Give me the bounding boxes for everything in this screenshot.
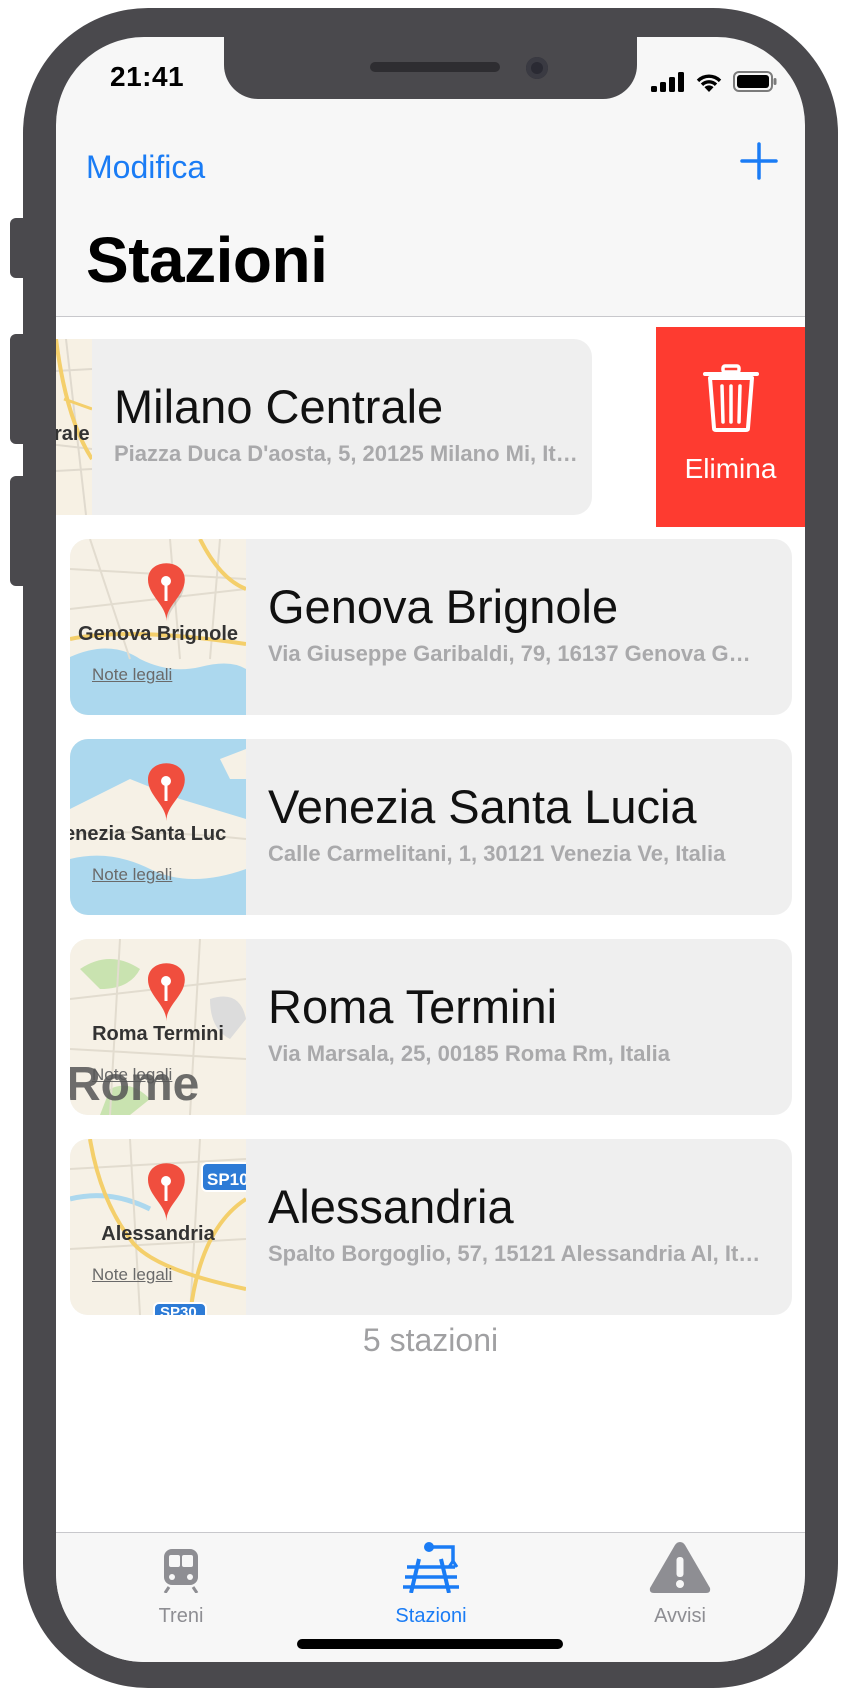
warning-icon	[649, 1542, 711, 1593]
volume-up-button	[10, 334, 24, 444]
screen: 21:41 Modifica Stazioni rale Milano Cent…	[56, 37, 805, 1662]
mute-switch	[10, 218, 24, 278]
station-card-milano[interactable]: rale Milano Centrale Piazza Duca D'aosta…	[56, 339, 592, 515]
station-card-alessandria[interactable]: SP10 SP30 Alessandria Note legali Alessa…	[70, 1139, 792, 1315]
map-city-label: enezia Santa Luc	[70, 823, 227, 845]
station-count: 5 stazioni	[362, 1322, 499, 1358]
wifi-icon	[696, 74, 722, 92]
train-icon	[163, 1549, 199, 1593]
station-list: rale Milano Centrale Piazza Duca D'aosta…	[56, 317, 805, 1532]
station-name: Alessandria	[268, 1180, 514, 1233]
map-legal-link[interactable]: Note legali	[92, 865, 172, 885]
station-card-roma[interactable]: Roma Termini Note legali Rome Roma Termi…	[70, 939, 792, 1115]
home-indicator[interactable]	[297, 1639, 563, 1649]
tab-avvisi[interactable]: Avvisi	[555, 1533, 805, 1633]
station-name: Genova Brignole	[268, 580, 619, 633]
speaker	[370, 62, 500, 72]
station-map-thumbnail: SP10 SP30 Alessandria Note legali	[70, 1139, 246, 1315]
station-name: Roma Termini	[268, 980, 558, 1033]
station-map-thumbnail: Genova Brignole Note legali	[70, 539, 246, 715]
map-legal-link[interactable]: Note legali	[92, 1265, 172, 1285]
map-legal-link[interactable]: Note legali	[92, 665, 172, 685]
notch	[224, 37, 637, 99]
tab-label: Stazioni	[395, 1605, 467, 1627]
station-map-thumbnail: Roma Termini Note legali Rome	[70, 939, 246, 1115]
tab-stazioni[interactable]: Stazioni	[306, 1533, 556, 1633]
road-badge: SP10	[207, 1170, 246, 1189]
station-card-venezia[interactable]: enezia Santa Luc Note legali Venezia San…	[70, 739, 792, 915]
station-name: Milano Centrale	[114, 380, 444, 433]
cellular-signal-icon	[651, 72, 684, 92]
battery-icon	[733, 71, 777, 92]
map-city-label: Roma Termini	[92, 1023, 224, 1045]
station-map-thumbnail: enezia Santa Luc Note legali	[70, 739, 246, 915]
add-station-button[interactable]	[739, 141, 779, 181]
station-card-genova[interactable]: Genova Brignole Note legali Genova Brign…	[70, 539, 792, 715]
station-address: Via Marsala, 25, 00185 Roma Rm, Italia	[268, 1041, 670, 1066]
front-camera	[526, 57, 548, 79]
trash-icon	[703, 364, 759, 432]
station-address: Calle Carmelitani, 1, 30121 Venezia Ve, …	[268, 841, 726, 866]
volume-down-button	[10, 476, 24, 586]
map-region-label: Rome	[70, 1058, 200, 1111]
map-city-label: Genova Brignole	[77, 623, 239, 645]
station-address: Piazza Duca D'aosta, 5, 20125 Milano Mi,…	[114, 441, 578, 466]
tab-bar: Treni Stazioni Avvisi	[56, 1532, 805, 1662]
station-address: Spalto Borgoglio, 57, 15121 Alessandria …	[268, 1241, 768, 1266]
page-title: Stazioni	[86, 224, 328, 296]
station-map-thumbnail: rale	[56, 339, 92, 515]
station-name: Venezia Santa Lucia	[268, 780, 697, 833]
road-badge: SP30	[160, 1304, 197, 1315]
map-city-label: Alessandria	[101, 1223, 215, 1245]
railway-track-icon	[403, 1542, 459, 1593]
station-address: Via Giuseppe Garibaldi, 79, 16137 Genova…	[268, 641, 758, 666]
tab-treni[interactable]: Treni	[56, 1533, 306, 1633]
tab-label: Treni	[158, 1605, 204, 1627]
tab-label: Avvisi	[654, 1605, 706, 1627]
status-time: 21:41	[110, 61, 185, 92]
status-icons	[651, 71, 777, 92]
edit-button[interactable]: Modifica	[86, 149, 205, 186]
map-city-label: rale	[56, 423, 90, 445]
delete-button[interactable]: Elimina	[656, 327, 805, 527]
delete-label: Elimina	[684, 453, 777, 484]
